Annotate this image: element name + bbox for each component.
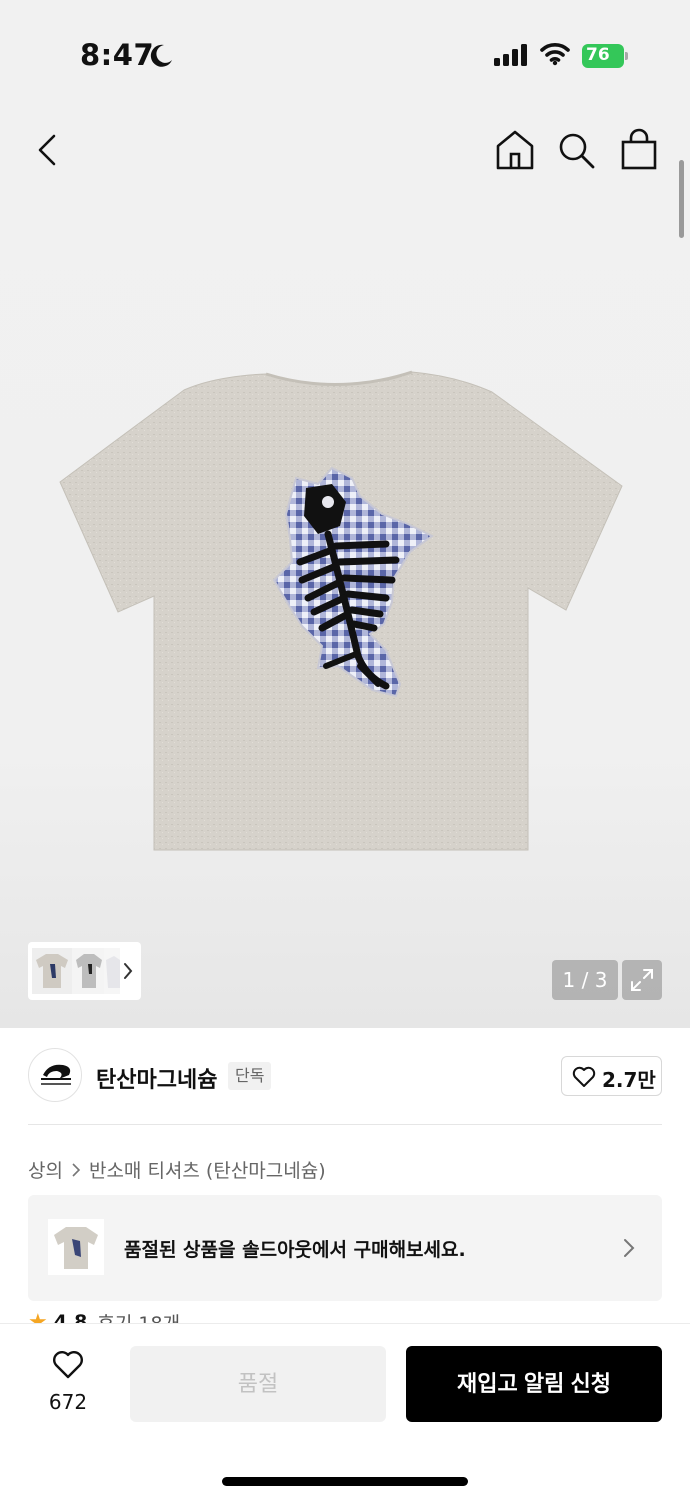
- shopping-bag-icon[interactable]: [618, 128, 660, 172]
- soldout-button[interactable]: 품절: [130, 1346, 386, 1422]
- brand-like-button[interactable]: 2.7만: [561, 1056, 662, 1096]
- exclusive-badge: 단독: [228, 1062, 272, 1090]
- home-icon[interactable]: [494, 128, 536, 172]
- expand-button[interactable]: [622, 960, 662, 1000]
- brand-row: 탄산마그네슘 단독 2.7만: [0, 1028, 690, 1126]
- back-icon[interactable]: [30, 130, 66, 170]
- restock-alert-button[interactable]: 재입고 알림 신청: [406, 1346, 662, 1422]
- cellular-signal-icon: [494, 44, 527, 66]
- search-icon[interactable]: [556, 130, 596, 170]
- moon-icon: [150, 44, 172, 67]
- battery-indicator: 76: [582, 44, 630, 68]
- wishlist-count: 672: [48, 1390, 88, 1414]
- image-counter: 1 / 3: [552, 960, 618, 1000]
- home-indicator: [222, 1477, 468, 1486]
- breadcrumb: 상의 반소매 티셔츠 (탄산마그네슘): [28, 1156, 326, 1183]
- battery-level: 76: [586, 45, 610, 65]
- breadcrumb-subcategory[interactable]: 반소매 티셔츠 (탄산마그네슘): [89, 1156, 326, 1183]
- chevron-right-icon: [72, 1162, 81, 1177]
- status-bar: 8:47 76: [0, 0, 690, 100]
- heart-icon: [572, 1066, 596, 1087]
- brand-logo[interactable]: [28, 1048, 82, 1102]
- brand-name[interactable]: 탄산마그네슘: [96, 1062, 217, 1094]
- wifi-icon: [540, 43, 570, 66]
- banner-product-thumbnail: [48, 1219, 104, 1275]
- heart-icon: [53, 1351, 83, 1379]
- divider: [28, 1124, 662, 1125]
- thumbnail-strip[interactable]: [28, 942, 141, 1000]
- status-time: 8:47: [80, 38, 155, 72]
- banner-text: 품절된 상품을 솔드아웃에서 구매해보세요.: [124, 1239, 466, 1261]
- breadcrumb-category[interactable]: 상의: [28, 1156, 63, 1183]
- bottom-action-bar: 672 품절 재입고 알림 신청: [0, 1323, 690, 1500]
- brand-like-count: 2.7만: [602, 1068, 656, 1092]
- expand-icon: [631, 969, 653, 991]
- chevron-right-icon: [624, 1239, 635, 1257]
- wishlist-button[interactable]: 672: [40, 1348, 96, 1418]
- product-image-tshirt[interactable]: [56, 366, 628, 856]
- product-gallery[interactable]: 1 / 3: [0, 100, 690, 1028]
- soldout-banner[interactable]: 품절된 상품을 솔드아웃에서 구매해보세요.: [28, 1195, 662, 1301]
- page-scrollbar[interactable]: [679, 160, 684, 238]
